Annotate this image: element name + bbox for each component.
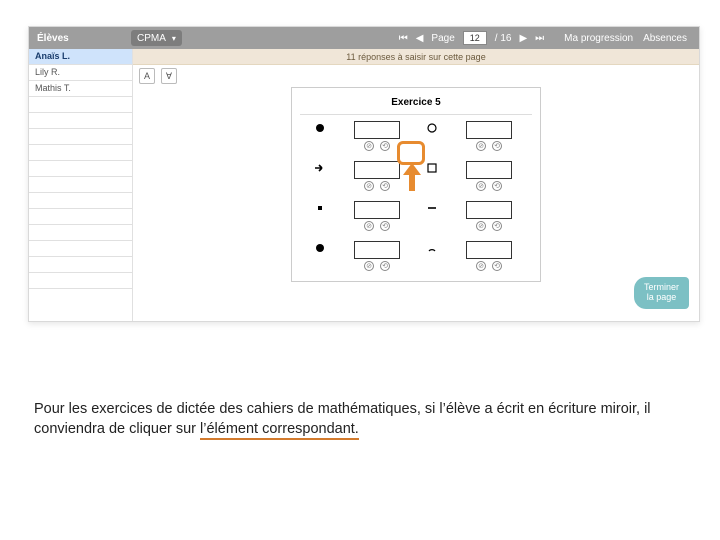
answer-controls: ⊘⟲	[364, 181, 390, 191]
mirror-icon[interactable]: ⟲	[380, 141, 390, 151]
chevron-down-icon: ▾	[172, 34, 176, 43]
skip-icon[interactable]: ⊘	[364, 221, 374, 231]
answer-cell: ⊘⟲	[459, 241, 519, 271]
answer-controls: ⊘⟲	[364, 221, 390, 231]
answer-controls: ⊘⟲	[476, 221, 502, 231]
sidebar-item-empty	[29, 193, 132, 209]
answer-controls: ⊘⟲	[364, 141, 390, 151]
page-total: / 16	[495, 33, 512, 44]
answer-box[interactable]	[354, 201, 400, 219]
mirror-icon[interactable]: ⟲	[492, 141, 502, 151]
mirror-icon[interactable]: ⟲	[492, 221, 502, 231]
sidebar-item-empty	[29, 273, 132, 289]
exercise-grid: ⊘⟲⊘⟲⊘⟲⊘⟲⊘⟲⊘⟲⊘⟲⊘⟲	[300, 121, 532, 271]
mirror-icon[interactable]: ⟲	[492, 181, 502, 191]
nav-prev-icon[interactable]: ◀	[416, 33, 424, 44]
sidebar-item-empty	[29, 97, 132, 113]
answer-cell: ⊘⟲	[459, 161, 519, 191]
sidebar-item-student[interactable]: Mathis T.	[29, 81, 132, 97]
answer-cell: ⊘⟲	[347, 201, 407, 231]
sidebar-item-empty	[29, 241, 132, 257]
answer-box[interactable]	[354, 121, 400, 139]
prompt-dash-icon	[425, 201, 439, 215]
mirror-icon[interactable]: ⟲	[492, 261, 502, 271]
answer-controls: ⊘⟲	[364, 261, 390, 271]
prompt-circle-outline-icon	[425, 121, 439, 135]
nav-first-icon[interactable]: ⏮	[399, 33, 408, 44]
answer-cell: ⊘⟲	[347, 241, 407, 271]
sidebar-item-student[interactable]: Lily R.	[29, 65, 132, 81]
topbar: Élèves CPMA ▾ ⏮ ◀ Page / 16 ▶ ⏭ Ma progr…	[29, 27, 699, 49]
finish-line2: la page	[644, 293, 679, 303]
sidebar-item-empty	[29, 257, 132, 273]
tab-progression[interactable]: Ma progression	[564, 33, 633, 44]
eleves-header: Élèves	[29, 27, 125, 49]
skip-icon[interactable]: ⊘	[476, 221, 486, 231]
answer-cell: ⊘⟲	[347, 121, 407, 151]
content-area: 11 réponses à saisir sur cette page A Ɐ …	[133, 49, 699, 321]
answer-box[interactable]	[466, 241, 512, 259]
answer-cell: ⊘⟲	[459, 121, 519, 151]
answer-box[interactable]	[466, 201, 512, 219]
worksheet: Exercice 5 ⊘⟲⊘⟲⊘⟲⊘⟲⊘⟲⊘⟲⊘⟲⊘⟲	[291, 87, 541, 282]
worksheet-wrap: Exercice 5 ⊘⟲⊘⟲⊘⟲⊘⟲⊘⟲⊘⟲⊘⟲⊘⟲ Terminer la …	[133, 87, 699, 321]
answer-controls: ⊘⟲	[476, 261, 502, 271]
sidebar-item-empty	[29, 225, 132, 241]
normal-write-button[interactable]: A	[139, 68, 155, 84]
prompt-arrow-right-icon	[313, 161, 327, 175]
finish-line1: Terminer	[644, 282, 679, 292]
sidebar-item-empty	[29, 145, 132, 161]
mirror-icon[interactable]: ⟲	[380, 261, 390, 271]
skip-icon[interactable]: ⊘	[476, 181, 486, 191]
sidebar-item-empty	[29, 129, 132, 145]
answer-mode-toolbar: A Ɐ	[133, 65, 699, 87]
sidebar-item-empty	[29, 161, 132, 177]
prompt-square-big-icon	[425, 161, 439, 175]
answer-controls: ⊘⟲	[476, 181, 502, 191]
sidebar-item-empty	[29, 113, 132, 129]
skip-icon[interactable]: ⊘	[476, 141, 486, 151]
sidebar-item-student[interactable]: Anaïs L.	[29, 49, 132, 65]
topbar-tabs: Ma progression Absences	[552, 33, 699, 44]
tab-absences[interactable]: Absences	[643, 33, 687, 44]
prompt-half-circle-icon	[425, 241, 439, 255]
app-frame: Élèves CPMA ▾ ⏮ ◀ Page / 16 ▶ ⏭ Ma progr…	[28, 26, 700, 322]
skip-icon[interactable]: ⊘	[364, 261, 374, 271]
sidebar-item-empty	[29, 177, 132, 193]
class-dropdown-label: CPMA	[137, 33, 166, 44]
caption-underlined: l’élément correspondant.	[200, 421, 359, 440]
nav-last-icon[interactable]: ⏭	[535, 33, 544, 44]
prompt-circle-filled-icon	[313, 241, 327, 255]
mirror-icon[interactable]: ⟲	[380, 221, 390, 231]
mirror-icon[interactable]: ⟲	[380, 181, 390, 191]
instruction-caption: Pour les exercices de dictée des cahiers…	[34, 400, 674, 439]
page-label: Page	[431, 33, 454, 44]
skip-icon[interactable]: ⊘	[364, 141, 374, 151]
skip-icon[interactable]: ⊘	[476, 261, 486, 271]
prompt-square-small-icon	[313, 201, 327, 215]
answer-box[interactable]	[354, 161, 400, 179]
nav-next-icon[interactable]: ▶	[519, 33, 527, 44]
sidebar-item-empty	[29, 209, 132, 225]
exercise-title: Exercice 5	[300, 94, 532, 115]
page-input[interactable]	[463, 31, 487, 45]
main-area: Anaïs L. Lily R. Mathis T. 11 réponses à…	[29, 49, 699, 321]
mirror-write-button[interactable]: Ɐ	[161, 68, 177, 84]
page-nav: ⏮ ◀ Page / 16 ▶ ⏭	[391, 31, 552, 45]
answer-cell: ⊘⟲	[347, 161, 407, 191]
answer-controls: ⊘⟲	[476, 141, 502, 151]
answer-box[interactable]	[466, 121, 512, 139]
prompt-circle-filled-icon	[313, 121, 327, 135]
finish-page-button[interactable]: Terminer la page	[634, 277, 689, 309]
answers-remaining-bar: 11 réponses à saisir sur cette page	[133, 49, 699, 65]
class-dropdown[interactable]: CPMA ▾	[131, 30, 182, 46]
answer-box[interactable]	[466, 161, 512, 179]
student-sidebar: Anaïs L. Lily R. Mathis T.	[29, 49, 133, 321]
answer-cell: ⊘⟲	[459, 201, 519, 231]
answer-box[interactable]	[354, 241, 400, 259]
skip-icon[interactable]: ⊘	[364, 181, 374, 191]
